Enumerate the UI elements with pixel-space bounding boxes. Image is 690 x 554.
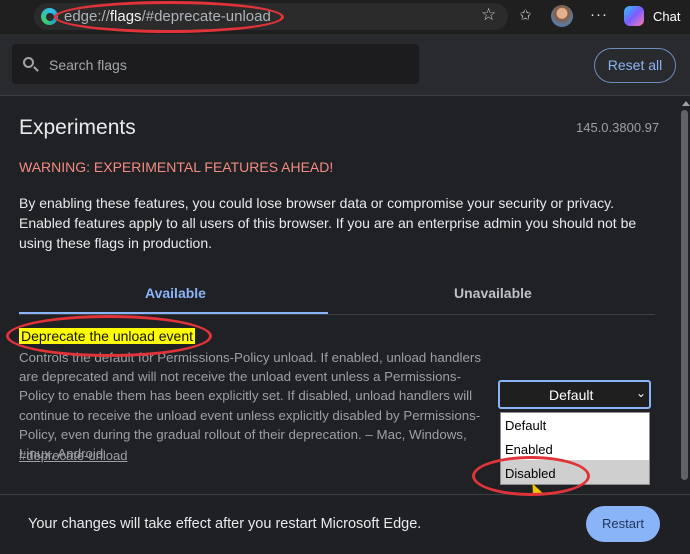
more-icon[interactable]: ··· bbox=[590, 6, 608, 23]
page-title: Experiments bbox=[19, 116, 136, 139]
annotation-ellipse-url bbox=[54, 1, 284, 33]
option-enabled[interactable]: Enabled bbox=[505, 442, 553, 457]
intro-text: By enabling these features, you could lo… bbox=[19, 195, 637, 251]
warning-text: WARNING: EXPERIMENTAL FEATURES AHEAD! bbox=[19, 159, 334, 175]
flag-link[interactable]: #deprecate-unload bbox=[19, 448, 127, 463]
tab-unavailable[interactable]: Unavailable bbox=[454, 285, 532, 301]
annotation-ellipse-option bbox=[472, 456, 590, 496]
restart-message: Your changes will take effect after you … bbox=[28, 516, 422, 532]
option-default[interactable]: Default bbox=[505, 418, 546, 433]
copilot-icon[interactable] bbox=[624, 6, 644, 26]
reset-all-button[interactable]: Reset all bbox=[594, 48, 676, 83]
version-label: 145.0.3800.97 bbox=[576, 120, 660, 135]
scroll-up-icon[interactable] bbox=[682, 101, 690, 106]
avatar[interactable] bbox=[551, 5, 573, 27]
star-icon[interactable]: ☆ bbox=[481, 5, 496, 25]
scrollbar-thumb[interactable] bbox=[681, 110, 688, 480]
tab-available[interactable]: Available bbox=[145, 285, 206, 301]
search-icon bbox=[23, 57, 34, 68]
chat-button[interactable]: Chat bbox=[653, 9, 680, 24]
restart-button[interactable]: Restart bbox=[586, 506, 660, 542]
search-placeholder[interactable]: Search flags bbox=[49, 57, 127, 73]
chevron-down-icon: ⌄ bbox=[636, 386, 647, 400]
annotation-ellipse-flag bbox=[6, 315, 212, 357]
flag-description: Controls the default for Permissions-Pol… bbox=[19, 350, 481, 462]
favorites-icon[interactable]: ✩ bbox=[519, 6, 532, 24]
select-value: Default bbox=[549, 387, 594, 403]
